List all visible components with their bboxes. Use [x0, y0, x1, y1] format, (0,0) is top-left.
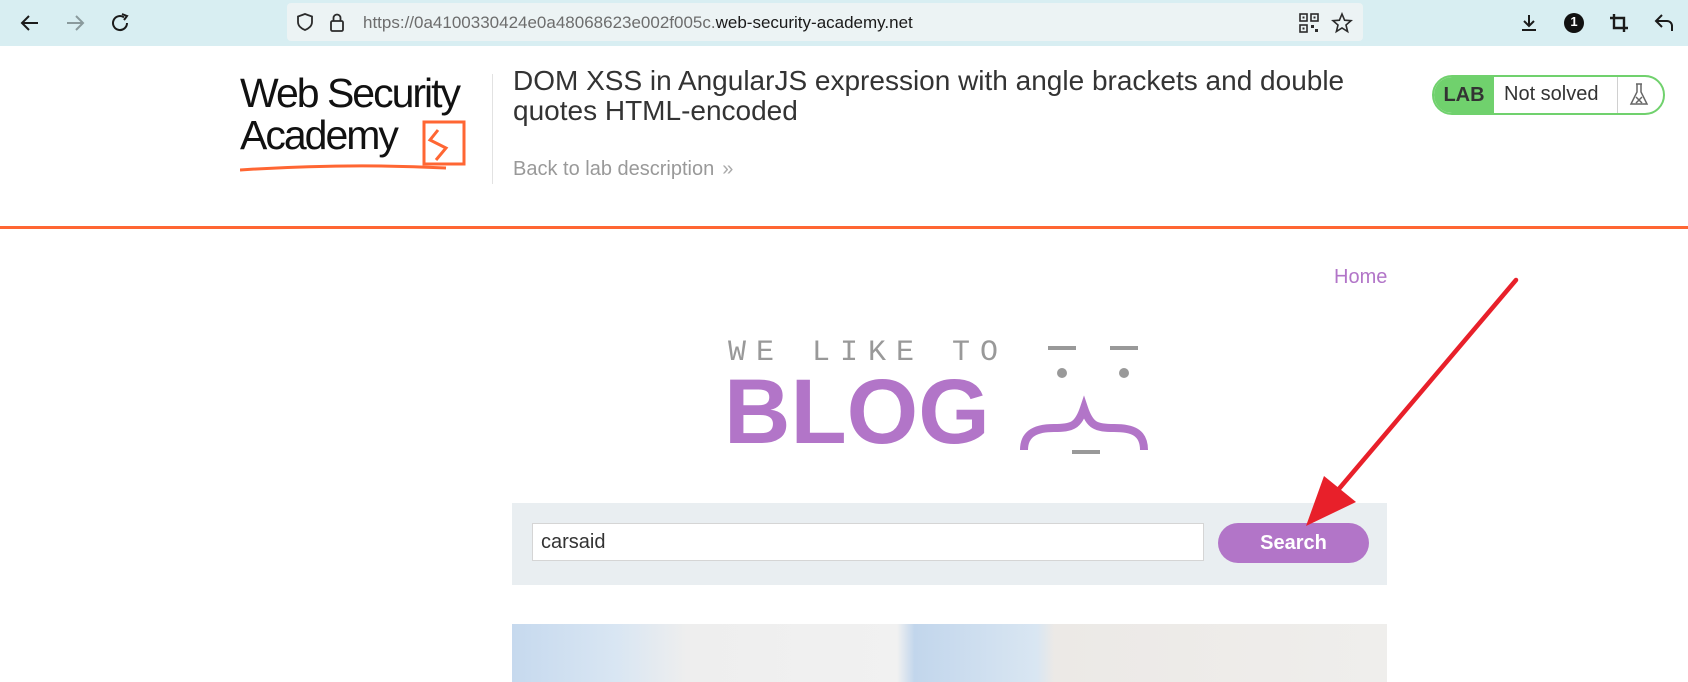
shield-icon[interactable]: [295, 12, 315, 37]
hero-word: BLOG: [724, 361, 990, 463]
double-chevron-right-icon: »: [722, 158, 734, 180]
url-text[interactable]: https://0a4100330424e0a48068623e002f005c…: [363, 13, 913, 33]
lab-header: Web Security Academy DOM XSS in AngularJ…: [0, 46, 1688, 229]
lab-status-widget: LAB Not solved: [1432, 75, 1665, 115]
back-link-label: Back to lab description: [513, 158, 715, 180]
lab-status-text: Not solved: [1504, 83, 1599, 105]
back-icon[interactable]: [12, 5, 48, 41]
logo-mark-icon: [240, 120, 466, 172]
address-bar[interactable]: https://0a4100330424e0a48068623e002f005c…: [287, 3, 1363, 41]
reload-icon[interactable]: [102, 5, 138, 41]
annotation-arrow-icon: [1306, 277, 1519, 526]
web-security-academy-logo[interactable]: Web Security Academy: [240, 72, 488, 172]
profile-badge-count: 1: [1570, 14, 1578, 29]
bookmark-star-icon[interactable]: [1331, 11, 1353, 39]
profile-badge-icon[interactable]: 1: [1556, 5, 1592, 41]
face-brace-icon: [1020, 346, 1148, 454]
search-input[interactable]: [532, 523, 1204, 561]
blog-hero-logo: WE LIKE TO BLOG: [724, 336, 1176, 462]
url-domain: web-security-academy.net: [715, 13, 913, 32]
undo-arrow-icon[interactable]: [1646, 5, 1682, 41]
header-divider: [492, 74, 493, 184]
blog-post-image[interactable]: [512, 624, 1387, 682]
search-form: Search: [512, 503, 1387, 585]
download-icon[interactable]: [1511, 5, 1547, 41]
url-prefix: https://0a4100330424e0a48068623e002f005c…: [363, 13, 716, 32]
back-to-lab-description-link[interactable]: Back to lab description »: [513, 158, 733, 181]
lab-badge: LAB: [1434, 77, 1494, 113]
status-divider: [1617, 77, 1618, 113]
lock-icon[interactable]: [327, 11, 347, 38]
lab-title: DOM XSS in AngularJS expression with ang…: [513, 65, 1345, 126]
logo-line-1: Web Security: [240, 70, 461, 116]
forward-icon[interactable]: [57, 5, 93, 41]
browser-toolbar: https://0a4100330424e0a48068623e002f005c…: [0, 0, 1688, 47]
crop-icon[interactable]: [1601, 5, 1637, 41]
qr-code-icon[interactable]: [1299, 13, 1319, 38]
flask-icon: [1629, 83, 1649, 105]
